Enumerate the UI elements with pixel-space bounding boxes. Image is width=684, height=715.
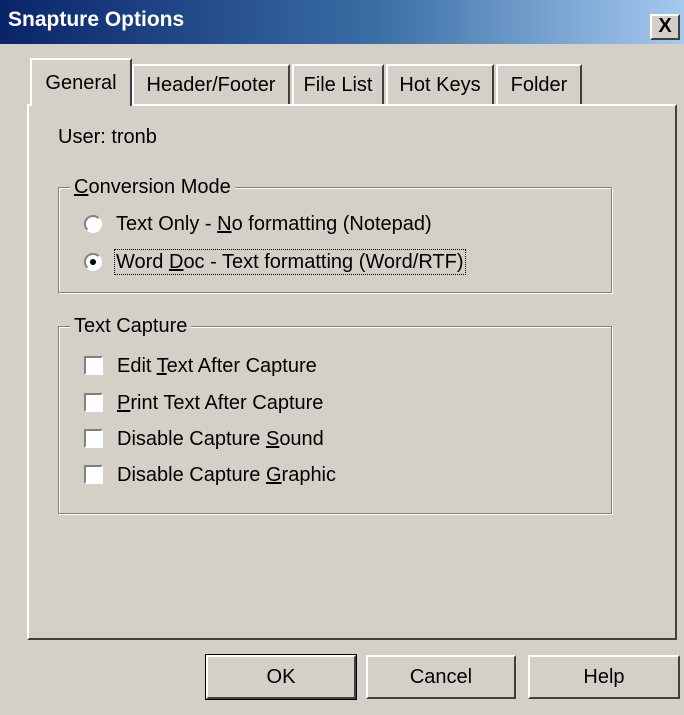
checkbox-label: Disable Capture Sound (117, 428, 324, 450)
help-button[interactable]: Help (528, 655, 680, 699)
help-label: Help (583, 666, 625, 688)
tab-label: File List (303, 74, 373, 96)
radio-button[interactable] (84, 253, 102, 271)
radio-label: Text Only - No formatting (Notepad) (116, 213, 432, 235)
checkbox-label: Print Text After Capture (117, 392, 324, 414)
tab-label: Header/Footer (146, 74, 276, 96)
window-title: Snapture Options (8, 8, 185, 31)
ok-label: OK (266, 666, 296, 688)
checkbox-disable-capture-sound[interactable]: Disable Capture Sound (84, 428, 324, 451)
checkbox-label: Edit Text After Capture (117, 355, 317, 377)
user-label: User: tronb (58, 126, 157, 149)
checkbox-edit-text-after-capture[interactable]: Edit Text After Capture (84, 355, 317, 378)
radio-text-only[interactable]: Text Only - No formatting (Notepad) (84, 213, 432, 236)
tab-label: Folder (510, 74, 568, 96)
text-capture-title: Text Capture (70, 315, 192, 338)
checkbox[interactable] (84, 356, 103, 375)
checkbox[interactable] (84, 393, 103, 412)
checkbox-label: Disable Capture Graphic (117, 464, 337, 486)
user-prefix: User: (58, 126, 112, 148)
tab-folder[interactable]: Folder (496, 64, 582, 104)
checkbox[interactable] (84, 429, 103, 448)
cancel-button[interactable]: Cancel (366, 655, 516, 699)
conversion-mode-group (58, 187, 612, 293)
tab-file-list[interactable]: File List (292, 64, 384, 104)
cancel-label: Cancel (409, 666, 473, 688)
tab-header-footer[interactable]: Header/Footer (132, 64, 290, 104)
tab-label: Hot Keys (399, 74, 481, 96)
conversion-mode-title: Conversion Mode (70, 176, 235, 199)
tab-hot-keys[interactable]: Hot Keys (386, 64, 494, 104)
checkbox-print-text-after-capture[interactable]: Print Text After Capture (84, 392, 323, 415)
user-name: tronb (111, 126, 157, 148)
tab-label: General (45, 72, 117, 94)
title-bar: Snapture Options X (0, 0, 684, 44)
tab-general[interactable]: General (30, 58, 132, 106)
checkbox-disable-capture-graphic[interactable]: Disable Capture Graphic (84, 464, 336, 487)
radio-label: Word Doc - Text formatting (Word/RTF) (114, 249, 466, 275)
close-button[interactable]: X (650, 14, 680, 40)
checkbox[interactable] (84, 465, 103, 484)
ok-button[interactable]: OK (205, 654, 357, 700)
radio-button[interactable] (84, 215, 102, 233)
close-icon: X (658, 15, 672, 37)
radio-word-doc[interactable]: Word Doc - Text formatting (Word/RTF) (84, 249, 466, 275)
